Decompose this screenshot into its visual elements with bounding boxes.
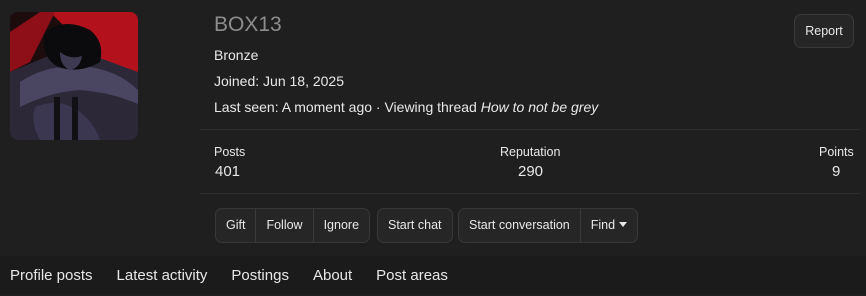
gift-button[interactable]: Gift [216,209,257,242]
follow-button[interactable]: Follow [256,209,314,242]
username: BOX13 [214,13,282,36]
last-seen-label: Last seen: [214,99,279,115]
stat-posts-label: Posts [214,145,246,159]
tab-latest-activity[interactable]: Latest activity [107,256,220,294]
avatar[interactable] [10,12,138,140]
stat-points-label: Points [819,145,854,159]
viewing-label: Viewing thread [384,99,477,115]
stat-reputation-label: Reputation [500,145,561,159]
conversation-button-group: Start conversation Find [458,208,639,243]
find-dropdown-button[interactable]: Find [581,209,637,242]
profile-tabs: Profile posts Latest activity Postings A… [0,256,866,294]
start-conversation-button[interactable]: Start conversation [459,209,581,242]
joined-date: Joined: Jun 18, 2025 [214,72,344,90]
report-button[interactable]: Report [794,14,854,48]
separator: · [375,99,381,115]
chat-button-group: Start chat [377,208,453,243]
tab-postings[interactable]: Postings [221,256,301,294]
last-seen-value: A moment ago [281,99,373,115]
ignore-button[interactable]: Ignore [314,209,369,242]
stat-points-value[interactable]: 9 [832,163,840,181]
profile-card: BOX13 Bronze Joined: Jun 18, 2025 Last s… [0,0,866,256]
divider [200,129,860,130]
stat-posts-value[interactable]: 401 [215,163,240,181]
user-rank: Bronze [214,47,259,63]
relationship-button-group: Gift Follow Ignore [215,208,371,243]
viewing-thread-link[interactable]: How to not be grey [481,99,599,115]
divider [200,193,860,194]
tab-profile-posts[interactable]: Profile posts [0,256,105,294]
chevron-down-icon [619,222,628,227]
start-chat-button[interactable]: Start chat [378,209,452,242]
stat-reputation-value[interactable]: 290 [518,163,543,181]
tab-post-areas[interactable]: Post areas [366,256,460,294]
last-seen: Last seen: A moment ago · Viewing thread… [214,98,598,116]
joined-value: Jun 18, 2025 [263,73,345,89]
find-label: Find [590,218,616,232]
avatar-image [10,12,138,140]
joined-label: Joined: [214,73,260,89]
tab-about[interactable]: About [303,256,364,294]
